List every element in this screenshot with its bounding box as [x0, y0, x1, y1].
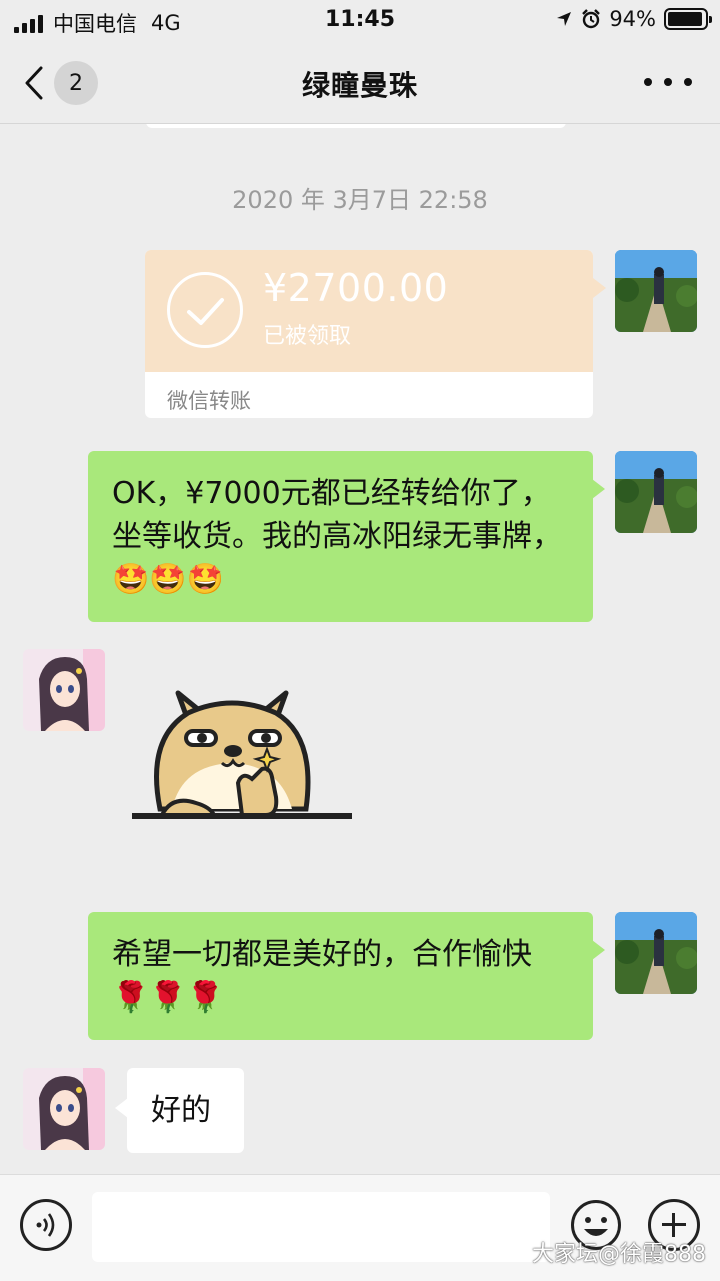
battery-percent: 94% — [609, 7, 656, 31]
chat-title: 绿瞳曼珠 — [301, 69, 418, 102]
battery-fill — [668, 12, 702, 26]
message-text: OK，¥7000元都已经转给你了，坐等收货。我的高冰阳绿无事牌，🤩🤩🤩 — [112, 476, 562, 597]
bubble-tail — [115, 1098, 128, 1118]
voice-button[interactable] — [20, 1199, 72, 1251]
transfer-amount: ¥2700.00 — [263, 266, 449, 310]
avatar-self[interactable] — [615, 912, 697, 994]
more-dot-icon — [644, 78, 652, 86]
voice-icon — [36, 1213, 55, 1237]
transfer-tail — [593, 278, 606, 298]
avatar-self[interactable] — [615, 451, 697, 533]
more-options-button[interactable] — [644, 64, 692, 100]
nav-bar: 2 绿瞳曼珠 — [0, 40, 720, 124]
chat-area[interactable]: 2020 年 3月7日 22:58 ¥2700.00 已被领取 微信转账 OK，… — [0, 124, 720, 1174]
message-bubble-self[interactable]: 希望一切都是美好的，合作愉快🌹🌹🌹 — [88, 912, 605, 1040]
transfer-label: 微信转账 — [167, 389, 251, 413]
message-bubble-self[interactable]: OK，¥7000元都已经转给你了，坐等收货。我的高冰阳绿无事牌，🤩🤩🤩 — [88, 451, 605, 622]
location-arrow-icon — [557, 12, 572, 26]
watermark-text: 大家坛@徐霞888 — [532, 1242, 706, 1267]
message-text: 好的 — [151, 1093, 211, 1128]
avatar-other[interactable] — [23, 1068, 105, 1150]
shiba-dog-sticker[interactable] — [130, 679, 355, 849]
previous-message-edge — [146, 124, 566, 128]
avatar-self[interactable] — [615, 250, 697, 332]
battery-icon — [664, 8, 712, 30]
transfer-card[interactable]: ¥2700.00 已被领取 微信转账 — [145, 250, 593, 418]
more-dot-icon — [664, 78, 672, 86]
more-dot-icon — [684, 78, 692, 86]
status-bar: 中国电信 4G 11:45 94% — [0, 0, 720, 40]
transfer-card-top: ¥2700.00 已被领取 — [145, 250, 593, 372]
alarm-icon — [582, 9, 601, 29]
check-circle-icon — [167, 272, 243, 348]
message-bubble-other[interactable]: 好的 — [115, 1068, 244, 1153]
message-input[interactable] — [92, 1192, 550, 1262]
status-right: 94% — [555, 7, 712, 31]
message-text: 希望一切都是美好的，合作愉快🌹🌹🌹 — [112, 937, 532, 1015]
message-timestamp: 2020 年 3月7日 22:58 — [232, 186, 488, 214]
avatar-other[interactable] — [23, 649, 105, 731]
bubble-tail — [592, 479, 605, 499]
bubble-tail — [592, 940, 605, 960]
transfer-status: 已被领取 — [263, 324, 352, 349]
